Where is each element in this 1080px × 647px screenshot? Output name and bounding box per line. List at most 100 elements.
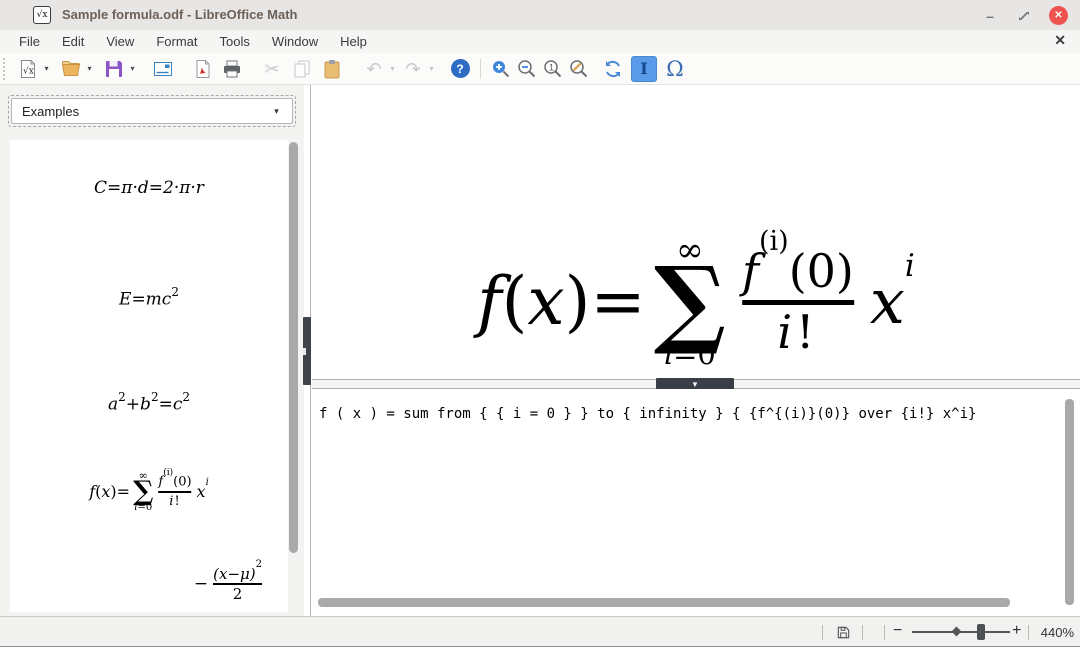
fraction-bar — [158, 491, 191, 493]
toolbar-separator — [480, 59, 481, 79]
statusbar-separator — [822, 625, 823, 640]
formula-display-area: f(x)= ∞ ∑ i=0 f(i)(0) i! xi — [312, 85, 1080, 379]
formula-cursor-button[interactable]: I — [631, 56, 657, 82]
save-button[interactable] — [101, 56, 127, 82]
zoom-level-value[interactable]: 440% — [1036, 625, 1074, 640]
example-emc2-formula[interactable]: E=mc2 — [10, 287, 288, 310]
statusbar-separator — [1028, 625, 1029, 640]
menu-format[interactable]: Format — [145, 31, 208, 52]
export-pdf-button[interactable] — [190, 56, 216, 82]
formula-cursor-icon: I — [640, 59, 647, 78]
menu-tools[interactable]: Tools — [208, 31, 260, 52]
toolbar: √x ▾ ▾ ▾ — [0, 53, 1080, 85]
menu-window[interactable]: Window — [261, 31, 329, 52]
new-dropdown-caret[interactable]: ▾ — [41, 64, 52, 73]
cut-button: ✂ — [259, 56, 285, 82]
scissors-icon: ✂ — [264, 60, 279, 78]
save-dropdown-caret[interactable]: ▾ — [127, 64, 138, 73]
open-button[interactable] — [58, 56, 84, 82]
sidebar-scrollbar-thumb[interactable] — [289, 142, 298, 553]
example-gauss-formula[interactable]: − (x−μ)2 2 — [194, 565, 262, 603]
new-document-button[interactable]: √x — [15, 56, 41, 82]
print-button[interactable] — [219, 56, 245, 82]
redo-icon: ↷ — [405, 60, 420, 78]
command-vertical-scrollbar[interactable] — [1065, 399, 1074, 605]
statusbar-separator — [884, 625, 885, 640]
menu-view[interactable]: View — [95, 31, 145, 52]
app-window: √x Sample formula.odf - LibreOffice Math… — [0, 0, 1080, 647]
sum-symbol: ∑ — [133, 481, 153, 502]
statusbar: − + 440% — [0, 616, 1080, 647]
chevron-down-icon: ▼ — [691, 380, 699, 389]
vertical-splitter-handle[interactable] — [303, 317, 311, 385]
toolbar-grip[interactable] — [3, 58, 9, 80]
combobox-caret-icon[interactable]: ▾ — [271, 106, 282, 117]
example-pythagoras-formula[interactable]: a2+b2=c2 — [10, 392, 288, 415]
paste-button[interactable] — [319, 56, 345, 82]
main-taylor-formula: f(x)= ∞ ∑ i=0 f(i)(0) i! xi — [477, 233, 915, 371]
show-all-icon — [568, 58, 590, 80]
statusbar-separator — [862, 625, 863, 640]
vertical-splitter-notch — [303, 348, 306, 355]
zoom-out-icon — [516, 58, 538, 80]
undo-icon: ↶ — [366, 60, 381, 78]
copy-icon — [291, 58, 313, 80]
sum-symbol: ∑ — [654, 266, 726, 339]
document-saved-indicator[interactable] — [836, 625, 851, 645]
refresh-icon — [602, 58, 624, 80]
save-state-icon — [836, 625, 851, 640]
zoom-in-control[interactable]: + — [1012, 622, 1021, 640]
redo-dropdown-caret: ▾ — [426, 64, 437, 73]
show-all-button[interactable] — [566, 56, 592, 82]
example-circle-formula[interactable]: C=π·d=2·π·r — [10, 178, 288, 198]
command-input[interactable]: f ( x ) = sum from { { i = 0 } } to { in… — [319, 406, 976, 422]
examples-panel: C=π·d=2·π·r E=mc2 a2+b2=c2 f(x)= ∞ ∑ i=0… — [10, 140, 288, 612]
minimize-button[interactable]: – — [980, 6, 1000, 26]
category-combobox-label: Examples — [22, 104, 271, 119]
open-folder-icon — [60, 58, 82, 80]
svg-text:√x: √x — [23, 65, 34, 76]
zoom-slider-100-marker — [952, 627, 962, 637]
paste-clipboard-icon — [321, 58, 343, 80]
menu-edit[interactable]: Edit — [51, 31, 95, 52]
zoom-slider-handle[interactable] — [977, 624, 985, 640]
help-button[interactable]: ? — [447, 56, 473, 82]
zoom-100-button[interactable]: 1 — [540, 56, 566, 82]
menu-file[interactable]: File — [8, 31, 51, 52]
menu-help[interactable]: Help — [329, 31, 378, 52]
command-vertical-scrollbar-thumb[interactable] — [1065, 399, 1074, 605]
copy-button — [289, 56, 315, 82]
command-editor[interactable]: f ( x ) = sum from { { i = 0 } } to { in… — [312, 389, 1080, 616]
libreoffice-math-icon: √x — [33, 6, 51, 24]
email-document-button[interactable] — [150, 56, 176, 82]
close-button[interactable]: ✕ — [1049, 6, 1068, 25]
symbols-button[interactable]: Ω — [662, 56, 688, 82]
category-combobox[interactable]: Examples ▾ — [8, 95, 296, 127]
printer-icon — [221, 58, 243, 80]
zoom-out-control[interactable]: − — [893, 622, 902, 640]
close-document-button[interactable]: ✕ — [1054, 32, 1066, 49]
omega-icon: Ω — [666, 57, 683, 81]
sidebar-scrollbar[interactable] — [288, 142, 299, 612]
save-icon — [103, 58, 125, 80]
email-icon — [152, 58, 174, 80]
command-horizontal-scrollbar-thumb[interactable] — [318, 598, 1010, 607]
command-horizontal-scrollbar[interactable] — [318, 598, 1068, 607]
titlebar: √x Sample formula.odf - LibreOffice Math… — [0, 0, 1080, 30]
horizontal-splitter[interactable]: ▼ — [312, 379, 1080, 389]
update-button[interactable] — [600, 56, 626, 82]
menubar: File Edit View Format Tools Window Help … — [0, 30, 1080, 53]
elements-sidebar: Examples ▾ C=π·d=2·π·r E=mc2 a2+b2=c2 f(… — [0, 85, 304, 616]
zoom-in-icon — [490, 58, 512, 80]
zoom-in-button[interactable] — [488, 56, 514, 82]
new-document-icon: √x — [17, 58, 39, 80]
export-pdf-icon — [192, 58, 214, 80]
undo-dropdown-caret: ▾ — [387, 64, 398, 73]
restore-button[interactable] — [1014, 6, 1034, 26]
restore-icon — [1017, 9, 1031, 23]
help-icon: ? — [451, 59, 470, 78]
redo-button: ↷ — [400, 56, 426, 82]
example-taylor-formula[interactable]: f(x)= ∞ ∑ i=0 f(i)(0) i! xi — [89, 470, 209, 513]
open-dropdown-caret[interactable]: ▾ — [84, 64, 95, 73]
zoom-out-button[interactable] — [514, 56, 540, 82]
